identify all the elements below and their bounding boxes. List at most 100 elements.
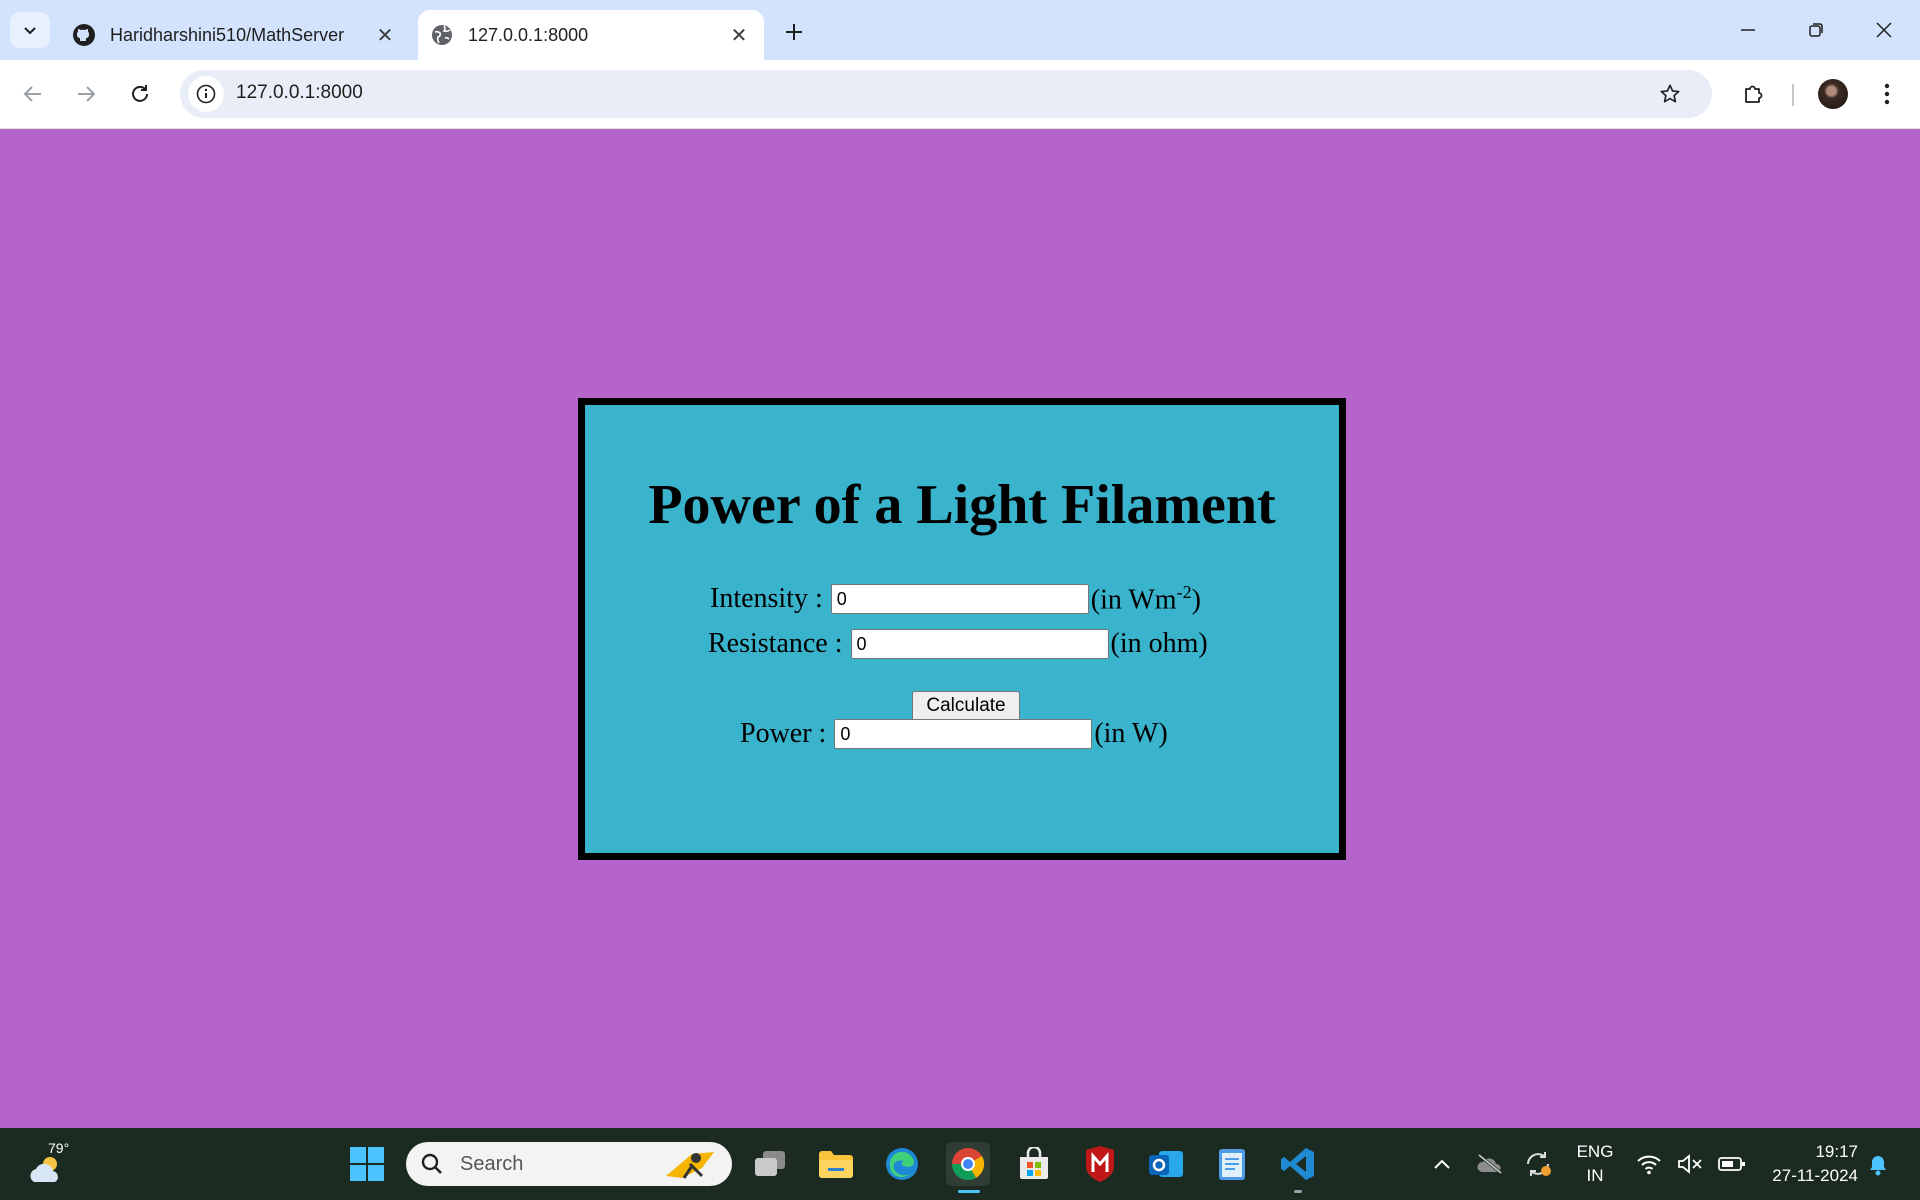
back-button[interactable] bbox=[13, 74, 53, 114]
store-button[interactable] bbox=[1012, 1142, 1056, 1186]
clock-time: 19:17 bbox=[1815, 1142, 1858, 1161]
power-output[interactable] bbox=[834, 719, 1093, 749]
star-icon bbox=[1660, 84, 1680, 103]
show-hidden-icons-button[interactable] bbox=[1420, 1142, 1464, 1186]
edge-button[interactable] bbox=[880, 1142, 924, 1186]
intensity-label: Intensity : bbox=[710, 583, 823, 615]
wifi-icon bbox=[1637, 1155, 1661, 1175]
notepad-icon bbox=[1219, 1149, 1245, 1180]
outlook-icon bbox=[1149, 1151, 1183, 1177]
chevron-up-icon bbox=[1434, 1159, 1450, 1169]
intensity-row: Intensity : (in Wm-2) bbox=[710, 582, 1201, 616]
calculator-card: Power of a Light Filament Intensity : (i… bbox=[578, 398, 1346, 860]
tab-localhost[interactable]: 127.0.0.1:8000 ✕ bbox=[418, 10, 764, 60]
browser-toolbar: 127.0.0.1:8000 bbox=[0, 60, 1920, 129]
forward-button[interactable] bbox=[66, 74, 106, 114]
chevron-down-icon bbox=[24, 27, 36, 35]
power-label: Power : bbox=[740, 718, 827, 749]
page-title: Power of a Light Filament bbox=[648, 474, 1276, 536]
store-icon bbox=[1020, 1147, 1048, 1179]
power-unit: (in W) bbox=[1094, 718, 1168, 749]
close-tab-icon[interactable]: ✕ bbox=[370, 20, 400, 50]
bookmark-button[interactable] bbox=[1652, 76, 1688, 112]
taskbar: 79° Search ENG IN 19:17 27-11-2024 bbox=[0, 1128, 1920, 1200]
close-icon bbox=[1876, 22, 1892, 38]
close-tab-icon[interactable]: ✕ bbox=[724, 20, 754, 50]
plus-icon bbox=[786, 24, 802, 40]
minimize-button[interactable] bbox=[1718, 6, 1778, 54]
resistance-unit: (in ohm) bbox=[1110, 628, 1208, 659]
globe-icon bbox=[430, 23, 454, 47]
chrome-icon bbox=[951, 1148, 985, 1181]
weather-temp: 79° bbox=[48, 1140, 70, 1156]
folder-icon bbox=[819, 1151, 853, 1178]
chrome-button[interactable] bbox=[946, 1142, 990, 1193]
sync-button[interactable] bbox=[1516, 1142, 1560, 1186]
vscode-button[interactable] bbox=[1276, 1142, 1320, 1193]
minimize-icon bbox=[1741, 29, 1755, 31]
taskbar-search[interactable]: Search bbox=[406, 1142, 732, 1186]
page-content: Power of a Light Filament Intensity : (i… bbox=[0, 129, 1920, 1128]
region-code: IN bbox=[1586, 1166, 1604, 1185]
mcafee-button[interactable] bbox=[1078, 1142, 1122, 1186]
notepad-button[interactable] bbox=[1210, 1142, 1254, 1186]
address-bar[interactable]: 127.0.0.1:8000 bbox=[180, 70, 1712, 118]
running-indicator bbox=[1294, 1190, 1302, 1193]
restore-icon bbox=[1809, 23, 1823, 37]
search-highlight-icon bbox=[666, 1152, 714, 1179]
resistance-input[interactable] bbox=[850, 629, 1109, 659]
edge-icon bbox=[886, 1148, 918, 1180]
arrow-left-icon bbox=[23, 86, 41, 102]
mcafee-icon bbox=[1086, 1146, 1114, 1182]
language-code: ENG bbox=[1576, 1142, 1614, 1161]
onedrive-button[interactable] bbox=[1468, 1142, 1512, 1186]
more-vertical-icon bbox=[1884, 83, 1890, 105]
clock-date: 27-11-2024 bbox=[1772, 1166, 1858, 1185]
battery-icon bbox=[1718, 1157, 1745, 1171]
windows-icon bbox=[350, 1147, 384, 1181]
new-tab-button[interactable] bbox=[776, 14, 812, 50]
vscode-icon bbox=[1281, 1148, 1314, 1180]
tab-search-button[interactable] bbox=[10, 12, 50, 48]
search-placeholder: Search bbox=[460, 1153, 524, 1175]
intensity-unit: (in Wm-2) bbox=[1090, 582, 1201, 616]
extensions-button[interactable] bbox=[1733, 74, 1773, 114]
profile-button[interactable] bbox=[1813, 74, 1853, 114]
clock[interactable]: 19:17 27-11-2024 bbox=[1758, 1140, 1858, 1188]
language-indicator[interactable]: ENG IN bbox=[1570, 1140, 1620, 1188]
close-window-button[interactable] bbox=[1854, 6, 1914, 54]
start-button[interactable] bbox=[345, 1142, 389, 1186]
resistance-row: Resistance : (in ohm) bbox=[708, 628, 1208, 660]
volume-muted-icon bbox=[1678, 1154, 1702, 1174]
tab-github[interactable]: Haridharshini510/MathServer ✕ bbox=[60, 10, 410, 60]
arrow-right-icon bbox=[78, 86, 96, 102]
sync-icon bbox=[1527, 1152, 1551, 1176]
file-explorer-button[interactable] bbox=[814, 1142, 858, 1186]
avatar bbox=[1818, 79, 1848, 109]
toolbar-separator bbox=[1792, 84, 1794, 106]
bell-icon bbox=[1870, 1156, 1886, 1176]
weather-widget[interactable]: 79° bbox=[22, 1140, 74, 1188]
notifications-button[interactable] bbox=[1858, 1142, 1898, 1186]
reload-button[interactable] bbox=[120, 74, 160, 114]
reload-icon bbox=[132, 85, 148, 102]
power-row: Power : (in W) bbox=[740, 718, 1168, 750]
tab-label: Haridharshini510/MathServer bbox=[110, 24, 345, 45]
task-view-button[interactable] bbox=[748, 1142, 792, 1186]
quick-settings-button[interactable] bbox=[1636, 1148, 1746, 1180]
tab-label: 127.0.0.1:8000 bbox=[468, 24, 589, 45]
intensity-input[interactable] bbox=[830, 584, 1089, 615]
active-indicator bbox=[958, 1190, 980, 1193]
github-icon bbox=[72, 23, 96, 47]
puzzle-icon bbox=[1745, 85, 1763, 103]
url-text[interactable]: 127.0.0.1:8000 bbox=[236, 82, 363, 104]
outlook-button[interactable] bbox=[1144, 1142, 1188, 1186]
calculate-button[interactable]: Calculate bbox=[912, 691, 1020, 721]
task-view-icon bbox=[755, 1151, 785, 1176]
site-info-button[interactable] bbox=[188, 76, 224, 112]
tab-strip: Haridharshini510/MathServer ✕ 127.0.0.1:… bbox=[0, 0, 1920, 60]
restore-button[interactable] bbox=[1786, 6, 1846, 54]
menu-button[interactable] bbox=[1867, 74, 1907, 114]
cloud-icon bbox=[30, 1157, 58, 1182]
info-icon bbox=[196, 84, 216, 104]
